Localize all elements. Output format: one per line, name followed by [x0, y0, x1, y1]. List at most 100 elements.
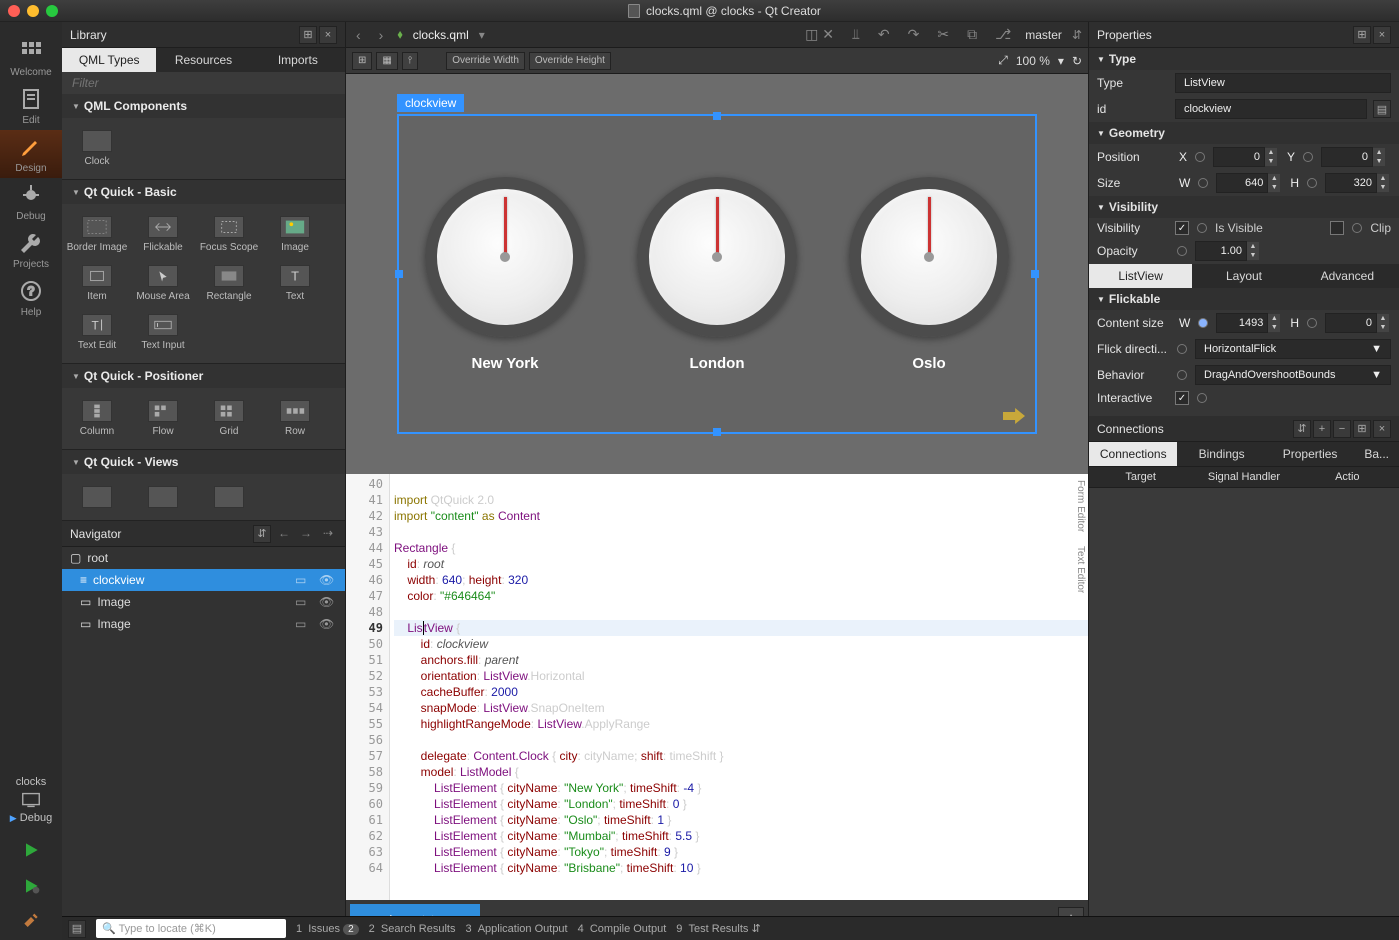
field-behavior[interactable]: DragAndOvershootBounds▼ — [1195, 365, 1391, 385]
maximize-window[interactable] — [46, 5, 58, 17]
redo-button[interactable]: ↷ — [904, 24, 924, 45]
text-editor-tab[interactable]: Text Editor — [1075, 546, 1086, 593]
mode-design[interactable]: Design — [0, 130, 62, 178]
field-y[interactable] — [1321, 147, 1373, 167]
close-panel-button[interactable]: × — [319, 26, 337, 44]
anchors-button[interactable]: ⫯ — [402, 52, 418, 70]
locator-issues[interactable]: 1 Issues 2 — [296, 923, 359, 935]
visibility-icon[interactable]: 👁 — [319, 595, 337, 609]
libitem-view3[interactable] — [196, 480, 262, 514]
nav-node-image1[interactable]: ▭ Image ▭👁 — [62, 591, 345, 613]
mode-edit[interactable]: Edit — [0, 82, 62, 130]
libitem-column[interactable]: Column — [64, 394, 130, 443]
libitem-view2[interactable] — [130, 480, 196, 514]
section-type[interactable]: Type — [1089, 48, 1399, 70]
nav-node-clockview[interactable]: ≡ clockview ▭👁 — [62, 569, 345, 591]
group-qt-quick-basic[interactable]: Qt Quick - Basic — [62, 180, 345, 204]
bounds-button[interactable]: ▦ — [376, 52, 397, 70]
section-flickable[interactable]: Flickable — [1089, 288, 1399, 310]
conn-tab-bindings[interactable]: Bindings — [1177, 442, 1265, 466]
conn-tab-properties[interactable]: Properties — [1266, 442, 1354, 466]
kit-selector[interactable]: clocks ▶ Debug — [0, 768, 62, 832]
libitem-row[interactable]: Row — [262, 394, 328, 443]
field-content-h[interactable] — [1325, 313, 1377, 333]
locator-search-results[interactable]: 2 Search Results — [369, 923, 456, 935]
tab-resources[interactable]: Resources — [156, 48, 250, 72]
override-width-button[interactable]: Override Width — [446, 52, 525, 70]
libitem-border-image[interactable]: Border Image — [64, 210, 130, 259]
field-opacity[interactable] — [1195, 241, 1247, 261]
export-icon[interactable]: ▭ — [295, 573, 313, 587]
reset-button[interactable]: ↻ — [1072, 54, 1082, 68]
breadcrumb-file[interactable]: clocks.qml — [413, 28, 469, 42]
tab-imports[interactable]: Imports — [251, 48, 345, 72]
zoom-level[interactable]: 100 % — [1016, 54, 1050, 68]
nav-step-button[interactable]: ⇢ — [319, 525, 337, 541]
form-editor-tab[interactable]: Form Editor — [1075, 480, 1086, 532]
field-flick-direction[interactable]: HorizontalFlick▼ — [1195, 339, 1391, 359]
field-content-w[interactable] — [1216, 313, 1268, 333]
add-connection-button[interactable]: + — [1313, 420, 1331, 438]
code-content[interactable]: import QtQuick 2.0import "content" as Co… — [346, 474, 1088, 876]
libitem-text-edit[interactable]: TText Edit — [64, 308, 130, 357]
libitem-item[interactable]: Item — [64, 259, 130, 308]
branch-name[interactable]: master — [1025, 28, 1062, 42]
nav-next-button[interactable]: › — [375, 25, 388, 45]
export-icon[interactable]: ▭ — [295, 595, 313, 609]
locator-compile-output[interactable]: 4 Compile Output — [578, 923, 667, 935]
export-icon[interactable]: ▭ — [295, 617, 313, 631]
conn-menu-button[interactable]: ⇵ — [1293, 420, 1311, 438]
mode-debug[interactable]: Debug — [0, 178, 62, 226]
nav-node-root[interactable]: ▢ root — [62, 547, 345, 569]
libitem-rectangle[interactable]: Rectangle — [196, 259, 262, 308]
mode-welcome[interactable]: Welcome — [0, 34, 62, 82]
field-type[interactable]: ListView — [1175, 73, 1391, 93]
split-button[interactable]: ⊞ — [1353, 420, 1371, 438]
mode-help[interactable]: ? Help — [0, 274, 62, 322]
field-id[interactable]: clockview — [1175, 99, 1367, 119]
libitem-flickable[interactable]: Flickable — [130, 210, 196, 259]
cut-button[interactable]: ✂ — [933, 24, 953, 45]
libitem-view1[interactable] — [64, 480, 130, 514]
connections-body[interactable] — [1089, 488, 1399, 940]
checkbox-visible[interactable]: ✓ — [1175, 221, 1189, 235]
close-panel-button[interactable]: × — [1373, 26, 1391, 44]
libitem-flow[interactable]: Flow — [130, 394, 196, 443]
tab-qml-types[interactable]: QML Types — [62, 48, 156, 72]
section-geometry[interactable]: Geometry — [1089, 122, 1399, 144]
canvas-selection[interactable]: clockview New York London — [397, 114, 1037, 434]
libitem-text[interactable]: TText — [262, 259, 328, 308]
close-window[interactable] — [8, 5, 20, 17]
checkbox-interactive[interactable]: ✓ — [1175, 391, 1189, 405]
merge-button[interactable]: ⫫ — [848, 24, 864, 45]
id-extra-button[interactable]: ▤ — [1373, 100, 1391, 118]
locator-app-output[interactable]: 3 Application Output — [465, 923, 567, 935]
libitem-grid[interactable]: Grid — [196, 394, 262, 443]
override-height-button[interactable]: Override Height — [529, 52, 611, 70]
field-x[interactable] — [1213, 147, 1265, 167]
libitem-text-input[interactable]: Text Input — [130, 308, 196, 357]
mode-projects[interactable]: Projects — [0, 226, 62, 274]
prop-tab-layout[interactable]: Layout — [1192, 264, 1295, 288]
locator-toggle-button[interactable]: ▤ — [68, 920, 86, 938]
libitem-clock[interactable]: Clock — [64, 124, 130, 173]
nav-menu-button[interactable]: ⇵ — [253, 525, 271, 543]
checkbox-clip[interactable] — [1330, 221, 1344, 235]
code-editor[interactable]: 40414243 44454647 48495051 52535455 5657… — [346, 474, 1088, 900]
design-canvas[interactable]: clockview New York London — [346, 74, 1088, 474]
group-qml-components[interactable]: QML Components — [62, 94, 345, 118]
visibility-icon[interactable]: 👁 — [319, 617, 337, 631]
prop-tab-advanced[interactable]: Advanced — [1296, 264, 1399, 288]
copy-button[interactable]: ⧉ — [963, 24, 981, 45]
libitem-image[interactable]: Image — [262, 210, 328, 259]
libitem-mouse-area[interactable]: Mouse Area — [130, 259, 196, 308]
library-filter-input[interactable] — [62, 72, 345, 94]
undo-button[interactable]: ↶ — [874, 24, 894, 45]
field-height[interactable] — [1325, 173, 1377, 193]
nav-forward-button[interactable]: → — [297, 525, 315, 541]
close-panel-button[interactable]: × — [1373, 420, 1391, 438]
libitem-focus-scope[interactable]: Focus Scope — [196, 210, 262, 259]
run-button[interactable] — [0, 832, 62, 868]
group-qt-quick-positioner[interactable]: Qt Quick - Positioner — [62, 364, 345, 388]
prop-tab-listview[interactable]: ListView — [1089, 264, 1192, 288]
